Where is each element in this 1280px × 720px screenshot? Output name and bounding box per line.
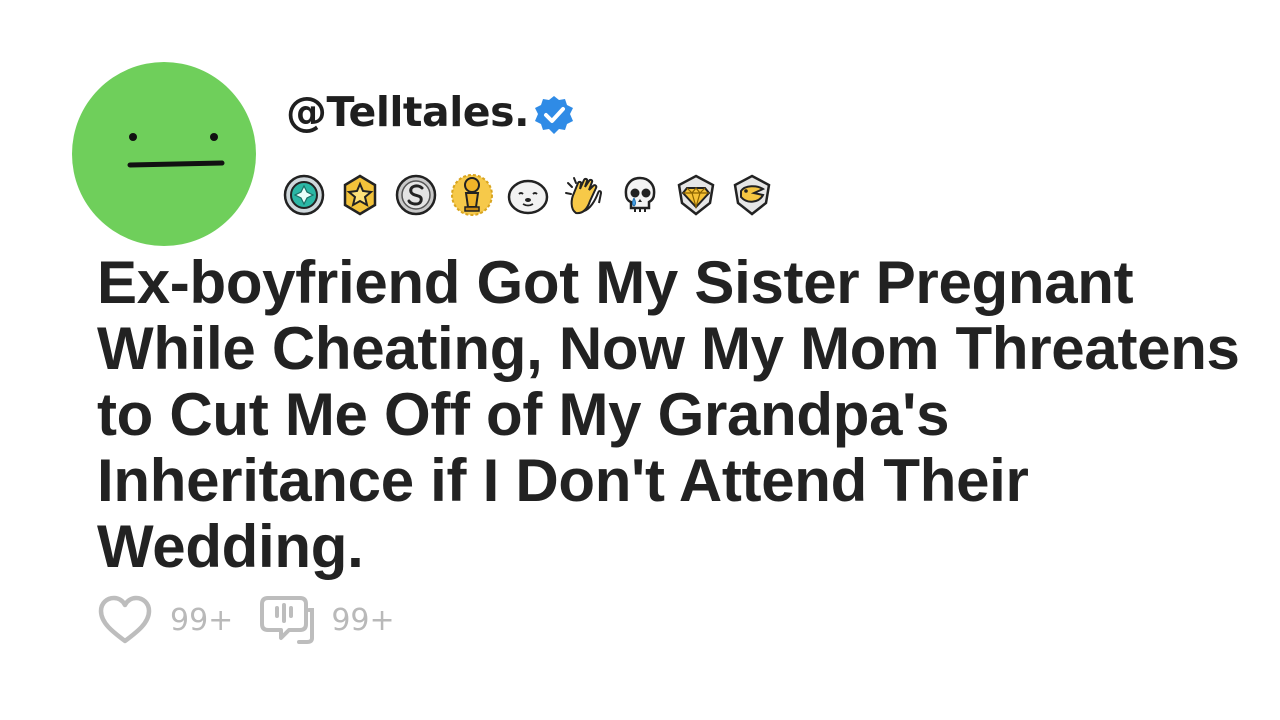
username[interactable]: @Telltales.: [286, 88, 530, 136]
awards-row: [280, 170, 784, 220]
crying-skull-award-icon[interactable]: [616, 171, 664, 219]
post-card: @Telltales. Ex-boyfriend Got My Sister P…: [0, 0, 1280, 720]
comment-count: 99+: [331, 602, 395, 638]
comment-button[interactable]: 99+: [259, 594, 420, 646]
avatar[interactable]: [72, 62, 256, 246]
clapping-hands-award-icon[interactable]: [560, 171, 608, 219]
like-button[interactable]: 99+: [96, 594, 259, 646]
teal-gem-award-icon[interactable]: [280, 171, 328, 219]
post-actions: 99+ 99+: [96, 594, 421, 646]
heart-icon: [98, 595, 152, 644]
gold-trophy-award-icon[interactable]: [448, 171, 496, 219]
comment-icon: [260, 596, 315, 644]
gold-diamond-award-icon[interactable]: [672, 171, 720, 219]
verified-check-icon: [535, 96, 574, 134]
silver-s-coin-award-icon[interactable]: [392, 171, 440, 219]
eagle-shield-award-icon[interactable]: [728, 171, 776, 219]
post-title[interactable]: Ex-boyfriend Got My Sister Pregnant Whil…: [97, 250, 1247, 580]
gold-star-award-icon[interactable]: [336, 171, 384, 219]
neutral-face-icon: [127, 133, 225, 168]
author-row: @Telltales.: [286, 84, 575, 140]
seal-face-award-icon[interactable]: [504, 171, 552, 219]
like-count: 99+: [170, 602, 234, 638]
